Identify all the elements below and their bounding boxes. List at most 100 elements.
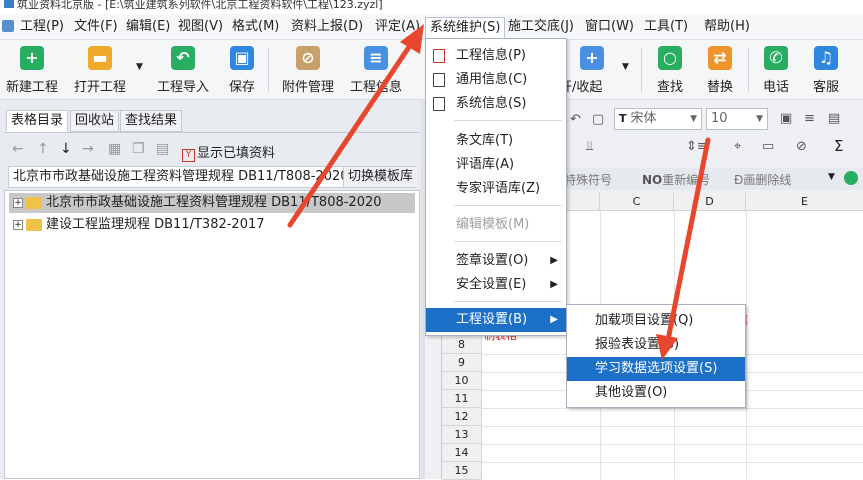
expand-plus-icon[interactable]: + xyxy=(13,197,23,208)
menu-item-project-settings[interactable]: 工程设置(B) ▶ xyxy=(426,308,566,332)
menu-separator xyxy=(454,205,562,206)
tree-node-label: 北京市市政基础设施工程资料管理规程 DB11/T808-2020 xyxy=(46,195,382,210)
menu-item-inspection-form-settings[interactable]: 报验表设置(B) xyxy=(567,333,745,357)
menu-item-project-info[interactable]: 工程信息(P) xyxy=(426,44,566,68)
line-spacing-icon[interactable]: ⇕≡ xyxy=(686,139,708,154)
menu-file[interactable]: 文件(F) xyxy=(70,17,122,37)
column-header[interactable]: E xyxy=(746,193,863,211)
tree-node[interactable]: + 北京市市政基础设施工程资料管理规程 DB11/T808-2020 xyxy=(9,193,415,213)
menu-item-system-info[interactable]: 系统信息(S) xyxy=(426,92,566,116)
copy-icon[interactable]: ❐ xyxy=(132,141,145,157)
menu-construction-briefing[interactable]: 施工交底(J) xyxy=(504,17,578,37)
menu-item-comment-library[interactable]: 评语库(A) xyxy=(426,153,566,177)
menu-item-expert-comment-library[interactable]: 专家评语库(Z) xyxy=(426,177,566,201)
menu-system-maintenance[interactable]: 系统维护(S) xyxy=(425,17,506,40)
grid-icon[interactable]: ▦ xyxy=(108,141,121,157)
bold-icon[interactable]: ▣ xyxy=(780,111,792,126)
menu-item-signature-settings[interactable]: 签章设置(O) ▶ xyxy=(426,249,566,273)
attachment-manager-label: 附件管理 xyxy=(281,80,334,95)
expand-dropdown-icon[interactable]: ▼ xyxy=(622,62,629,72)
row-header[interactable]: 13 xyxy=(442,426,482,444)
menu-item-security-settings[interactable]: 安全设置(E) ▶ xyxy=(426,273,566,297)
menu-item-learning-data-options[interactable]: 学习数据选项设置(S) xyxy=(567,357,745,381)
menu-item-label: 签章设置(O) xyxy=(456,253,529,268)
menu-report[interactable]: 资料上报(D) xyxy=(287,17,367,37)
down-arrow-icon[interactable]: ↓ xyxy=(60,141,72,157)
row-header[interactable]: 12 xyxy=(442,408,482,426)
image-icon[interactable]: ▭ xyxy=(762,139,774,154)
format-brush-icon[interactable]: ⌖ xyxy=(734,139,741,154)
template-path-field[interactable]: 北京市市政基础设施工程资料管理规程 DB11/T808-2020 切换模板库 xyxy=(8,166,418,188)
strikethrough-button[interactable]: Ð画删除线 xyxy=(734,171,791,188)
special-symbol-button[interactable]: 特殊符号 xyxy=(564,171,612,188)
expand-plus-icon[interactable]: + xyxy=(13,219,23,230)
renumber-button[interactable]: NO重新编号 xyxy=(642,171,710,188)
chevron-down-icon: ▼ xyxy=(690,114,697,124)
column-header[interactable]: D xyxy=(674,193,746,211)
project-info-button[interactable]: ≡ 工程信息 xyxy=(345,46,407,96)
tab-recycle-bin[interactable]: 回收站 xyxy=(70,110,120,132)
document-icon xyxy=(433,97,445,111)
submenu-arrow-icon: ▶ xyxy=(550,279,558,290)
row-header[interactable]: 11 xyxy=(442,390,482,408)
menu-window[interactable]: 窗口(W) xyxy=(581,17,638,37)
switch-template-button[interactable]: 切换模板库 xyxy=(343,167,418,187)
menu-item-clause-library[interactable]: 条文库(T) xyxy=(426,129,566,153)
menu-help[interactable]: 帮助(H) xyxy=(700,17,754,37)
folder-icon xyxy=(26,218,42,231)
replace-button[interactable]: ⇄ 替换 xyxy=(700,46,740,96)
search-icon: ○ xyxy=(658,46,682,70)
menu-item-load-project-settings[interactable]: 加载项目设置(Q) xyxy=(567,309,745,333)
paste-icon[interactable]: ▤ xyxy=(156,141,169,157)
tree-node[interactable]: + 建设工程监理规程 DB11/T382-2017 xyxy=(9,215,265,235)
tab-table-catalog[interactable]: 表格目录 xyxy=(6,110,69,132)
system-maintenance-menu: 工程信息(P) 通用信息(C) 系统信息(S) 条文库(T) 评语库(A) 专家… xyxy=(425,38,567,336)
merge-icon[interactable]: ⫫ xyxy=(586,139,593,154)
menu-item-other-settings[interactable]: 其他设置(O) xyxy=(567,381,745,405)
new-project-button[interactable]: + 新建工程 xyxy=(2,46,62,96)
menu-edit[interactable]: 编辑(E) xyxy=(122,17,174,37)
forward-arrow-icon[interactable]: → xyxy=(82,141,94,157)
format-toolbar-row1: ↶ ▢ T 宋体 ▼ 10 ▼ ▣ ≡ ▤ xyxy=(566,108,863,132)
font-size-select[interactable]: 10 ▼ xyxy=(706,108,768,130)
menu-view[interactable]: 视图(V) xyxy=(174,17,227,37)
show-filled-toggle[interactable]: Y 显示已填资料 xyxy=(182,142,275,162)
menu-format[interactable]: 格式(M) xyxy=(228,17,283,37)
up-arrow-icon[interactable]: ↑ xyxy=(37,141,49,157)
row-header[interactable]: 10 xyxy=(442,372,482,390)
menu-item-general-info[interactable]: 通用信息(C) xyxy=(426,68,566,92)
save-button[interactable]: ▣ 保存 xyxy=(222,46,262,96)
row-header[interactable]: 9 xyxy=(442,354,482,372)
import-project-button[interactable]: ↶ 工程导入 xyxy=(152,46,214,96)
back-arrow-icon[interactable]: ← xyxy=(12,141,24,157)
menu-tools[interactable]: 工具(T) xyxy=(640,17,692,37)
row-header[interactable]: 14 xyxy=(442,444,482,462)
column-header[interactable]: C xyxy=(600,193,674,211)
app-menu-icon[interactable] xyxy=(2,20,14,32)
open-project-button[interactable]: ▬ 打开工程 xyxy=(70,46,130,96)
formula-icon[interactable]: ⊘ xyxy=(796,139,807,154)
open-project-dropdown-icon[interactable]: ▼ xyxy=(136,62,143,72)
sum-icon[interactable]: Σ xyxy=(834,137,843,155)
tab-search-results[interactable]: 查找结果 xyxy=(120,110,183,132)
undo-icon[interactable]: ↶ xyxy=(570,112,581,127)
font-name-select[interactable]: T 宋体 ▼ xyxy=(614,108,702,130)
folder-icon xyxy=(26,196,42,209)
document-icon[interactable]: ▢ xyxy=(592,112,604,127)
attachment-manager-button[interactable]: ⊘ 附件管理 xyxy=(277,46,339,96)
customer-service-button[interactable]: ♫ 客服 xyxy=(806,46,846,96)
row-header[interactable]: 15 xyxy=(442,462,482,480)
font-type-icon: T xyxy=(619,112,627,125)
align-icon[interactable]: ≡ xyxy=(804,111,815,126)
row-header[interactable]: 8 xyxy=(442,336,482,354)
border-icon[interactable]: ▤ xyxy=(828,111,840,126)
show-filled-label: 显示已填资料 xyxy=(197,146,276,161)
table-catalog-tree: + 北京市市政基础设施工程资料管理规程 DB11/T808-2020 + 建设工程监… xyxy=(4,190,420,479)
menu-evaluate[interactable]: 评定(A) xyxy=(371,17,424,37)
find-button[interactable]: ○ 查找 xyxy=(650,46,690,96)
phone-button[interactable]: ✆ 电话 xyxy=(756,46,796,96)
menu-project[interactable]: 工程(P) xyxy=(16,17,68,37)
quick-tools-row: 特殊符号 NO重新编号 Ð画删除线 ▼ xyxy=(564,168,863,190)
chevron-down-icon[interactable]: ▼ xyxy=(828,172,835,182)
green-status-icon[interactable] xyxy=(844,171,858,185)
